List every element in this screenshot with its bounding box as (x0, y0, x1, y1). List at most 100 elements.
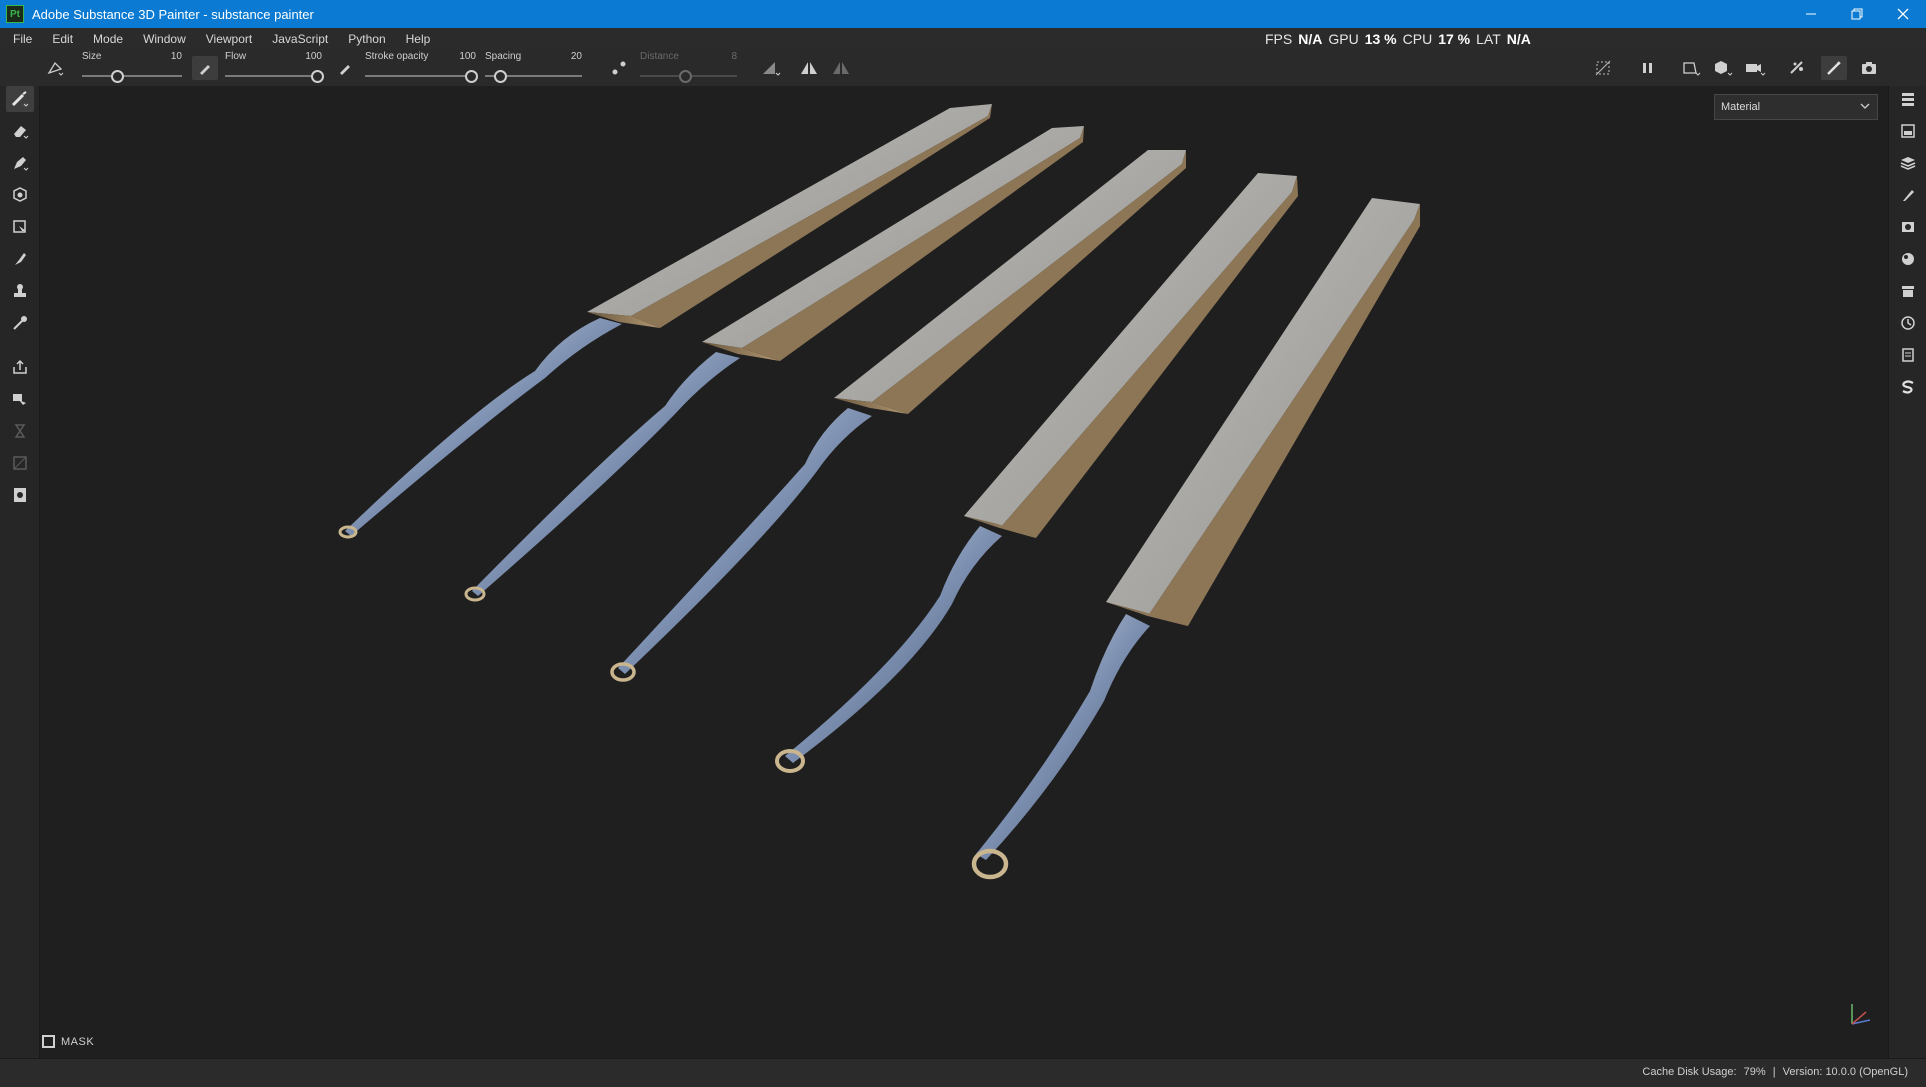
symmetry-off-icon (833, 62, 849, 74)
close-icon (1897, 8, 1909, 20)
assets-button[interactable] (1895, 278, 1921, 304)
flow-pressure-toggle[interactable] (332, 56, 358, 80)
view-mode-3d-button[interactable] (1710, 56, 1736, 80)
close-button[interactable] (1880, 0, 1926, 28)
export-icon (13, 359, 27, 374)
version-text: Version: 10.0.0 (OpenGL) (1782, 1066, 1908, 1078)
clone-tool[interactable] (6, 278, 34, 304)
pen-pressure-icon (200, 65, 210, 75)
texture-set-list-button[interactable] (1895, 86, 1921, 112)
menu-window[interactable]: Window (133, 32, 196, 46)
menu-python[interactable]: Python (338, 32, 395, 46)
pen-tool-icon (14, 157, 29, 171)
cpu-value: 17 % (1438, 31, 1471, 47)
shader-sphere-icon (1902, 253, 1914, 265)
log-button[interactable] (1895, 342, 1921, 368)
settings-panel-icon (1901, 124, 1915, 138)
size-slider[interactable]: Size 10 (82, 50, 182, 86)
display-settings-tool[interactable] (6, 482, 34, 508)
properties-button[interactable] (1895, 182, 1921, 208)
archive-icon (1902, 286, 1914, 297)
size-track (82, 75, 182, 77)
paint-tool[interactable] (6, 86, 34, 112)
menu-file[interactable]: File (0, 32, 42, 46)
menu-help[interactable]: Help (396, 32, 441, 46)
alignment-button[interactable] (758, 56, 784, 80)
minimize-button[interactable] (1788, 0, 1834, 28)
history-clock-icon (1901, 316, 1915, 330)
status-separator: | (1772, 1066, 1776, 1078)
mask-select-tool[interactable] (6, 450, 34, 476)
smudge-tool[interactable] (6, 246, 34, 272)
history-button[interactable] (1895, 310, 1921, 336)
3d-viewport[interactable] (40, 86, 1887, 1058)
axis-gizmo (1844, 992, 1884, 1032)
projection-tool[interactable] (6, 150, 34, 176)
effects-button[interactable] (1784, 56, 1810, 80)
physical-tool[interactable] (6, 418, 34, 444)
symmetry-button[interactable] (796, 56, 822, 80)
substance-source-button[interactable] (1895, 374, 1921, 400)
layers-button[interactable] (1895, 150, 1921, 176)
menu-edit[interactable]: Edit (42, 32, 83, 46)
size-pressure-toggle[interactable] (192, 56, 218, 80)
mask-indicator[interactable]: MASK (42, 1035, 94, 1048)
flow-value: 100 (305, 51, 322, 62)
spacing-slider[interactable]: Spacing 20 (485, 50, 582, 86)
bake-tool[interactable] (6, 386, 34, 412)
stroke-opacity-knob[interactable] (465, 70, 478, 83)
brush-properties-icon (1903, 190, 1914, 201)
restore-button[interactable] (1834, 0, 1880, 28)
panels-sidebar (1888, 86, 1926, 1058)
uv-view-icon (1683, 62, 1701, 76)
chevron-down-icon (1860, 103, 1870, 109)
viewport-channel-select[interactable]: Material (1714, 94, 1878, 120)
cache-disk-value: 79% (1743, 1066, 1766, 1078)
selection-icon (13, 220, 26, 234)
brush-preset-button[interactable] (42, 56, 68, 80)
screenshot-button[interactable] (1856, 56, 1882, 80)
size-label: Size (82, 51, 102, 62)
lazy-mouse-toggle[interactable] (606, 56, 632, 80)
texture-set-settings-button[interactable] (1895, 118, 1921, 144)
brush-preset-icon (47, 61, 64, 76)
symmetry-icon (801, 62, 817, 74)
mask-label-text: MASK (61, 1035, 95, 1048)
color-picker-tool[interactable] (6, 310, 34, 336)
paint-mode-button[interactable] (1821, 56, 1847, 80)
axis-gizmo-icon (1851, 1004, 1871, 1025)
polygon-select-tool[interactable] (6, 214, 34, 240)
performance-readout: FPS N/A GPU 13 % CPU 17 % LAT N/A (1265, 28, 1531, 50)
stamp-icon (14, 284, 26, 297)
mask-checkbox-icon (42, 1035, 55, 1048)
geometry-fill-tool[interactable] (6, 182, 34, 208)
menu-javascript[interactable]: JavaScript (262, 32, 338, 46)
title-bar: Pt Adobe Substance 3D Painter - substanc… (0, 0, 1926, 28)
hide-selection-button[interactable] (1590, 56, 1616, 80)
display-settings-button[interactable] (1895, 214, 1921, 240)
export-tool[interactable] (6, 354, 34, 380)
distance-slider[interactable]: Distance 8 (640, 50, 737, 86)
bake-icon (13, 394, 26, 405)
spacing-knob[interactable] (494, 70, 507, 83)
menu-mode[interactable]: Mode (83, 32, 133, 46)
flow-slider[interactable]: Flow 100 (225, 50, 324, 86)
stroke-opacity-slider[interactable]: Stroke opacity 100 (365, 50, 478, 86)
flow-knob[interactable] (311, 70, 324, 83)
window-controls (1788, 0, 1926, 28)
camera-settings-button[interactable] (1742, 56, 1768, 80)
menu-viewport[interactable]: Viewport (196, 32, 262, 46)
pause-render-button[interactable] (1635, 56, 1661, 80)
scene-render[interactable] (40, 86, 1887, 1058)
document-camera-icon (14, 488, 26, 502)
size-knob[interactable] (111, 70, 124, 83)
shader-settings-button[interactable] (1895, 246, 1921, 272)
substance-logo-icon (1902, 380, 1914, 394)
view-mode-2d-button[interactable] (1678, 56, 1704, 80)
cube-icon (1715, 61, 1733, 76)
symmetry-settings-button[interactable] (828, 56, 854, 80)
fps-value: N/A (1298, 31, 1323, 47)
eraser-tool[interactable] (6, 118, 34, 144)
distance-label: Distance (640, 51, 679, 62)
distance-knob[interactable] (679, 70, 692, 83)
